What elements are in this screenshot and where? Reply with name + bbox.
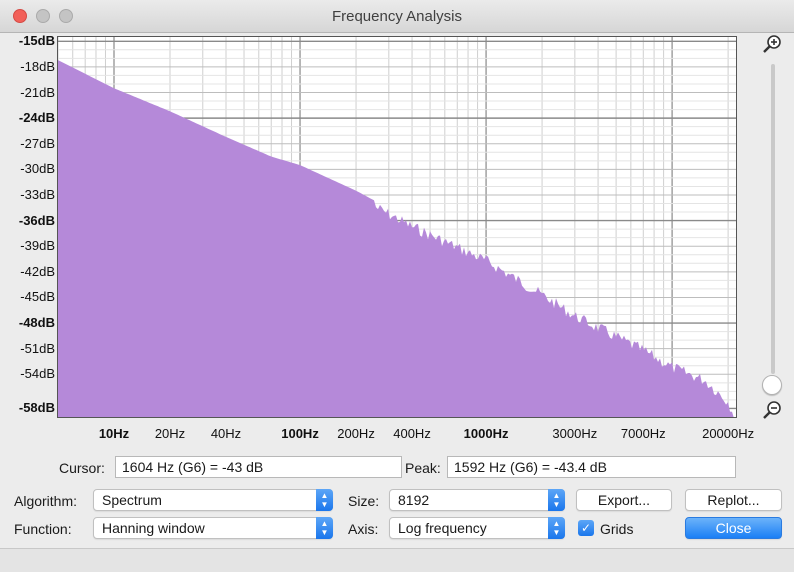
y-tick-label: -27dB bbox=[20, 135, 55, 151]
y-tick-label: -21dB bbox=[20, 84, 55, 100]
cursor-label: Cursor: bbox=[59, 460, 105, 476]
spectrum-area bbox=[58, 60, 736, 417]
y-tick-label: -51dB bbox=[20, 340, 55, 356]
status-bar bbox=[0, 548, 794, 572]
x-tick-label: 1000Hz bbox=[463, 426, 509, 441]
x-tick-label: 20Hz bbox=[154, 426, 186, 441]
axis-select[interactable]: Log frequency ▲ ▼ bbox=[389, 517, 565, 539]
algorithm-label: Algorithm: bbox=[14, 493, 78, 509]
y-tick-label: -39dB bbox=[20, 238, 55, 254]
close-button[interactable]: Close bbox=[685, 517, 782, 539]
zoom-slider-track[interactable] bbox=[771, 64, 775, 374]
y-tick-label: -58dB bbox=[18, 400, 55, 416]
peak-label: Peak: bbox=[405, 460, 441, 476]
x-tick-label: 100Hz bbox=[281, 426, 319, 441]
grids-label: Grids bbox=[600, 521, 634, 537]
spectrum-chart bbox=[58, 37, 736, 417]
x-tick-label: 3000Hz bbox=[552, 426, 598, 441]
function-select-value: Hanning window bbox=[102, 520, 205, 536]
grids-checkbox[interactable]: ✓ bbox=[578, 520, 594, 536]
cursor-readout-field: 1604 Hz (G6) = -43 dB bbox=[115, 456, 402, 478]
title-bar: Frequency Analysis bbox=[0, 0, 794, 33]
y-tick-label: -36dB bbox=[18, 212, 55, 228]
y-tick-label: -54dB bbox=[20, 366, 55, 382]
y-tick-label: -48dB bbox=[18, 315, 55, 331]
function-label: Function: bbox=[14, 521, 72, 537]
algorithm-select[interactable]: Spectrum ▲ ▼ bbox=[93, 489, 333, 511]
y-tick-label: -33dB bbox=[20, 186, 55, 202]
x-tick-label: 7000Hz bbox=[620, 426, 666, 441]
zoom-slider-handle[interactable] bbox=[762, 375, 782, 395]
size-label: Size: bbox=[348, 493, 380, 509]
export-button[interactable]: Export... bbox=[576, 489, 672, 511]
zoom-in-icon[interactable] bbox=[762, 34, 782, 54]
function-select[interactable]: Hanning window ▲ ▼ bbox=[93, 517, 333, 539]
y-tick-label: -30dB bbox=[20, 161, 55, 177]
algorithm-select-value: Spectrum bbox=[102, 492, 162, 508]
chevron-updown-icon: ▲ ▼ bbox=[316, 489, 333, 511]
x-tick-label: 200Hz bbox=[337, 426, 375, 441]
chevron-updown-icon: ▲ ▼ bbox=[548, 517, 565, 539]
y-tick-label: -18dB bbox=[20, 58, 55, 74]
y-tick-label: -42dB bbox=[20, 263, 55, 279]
replot-button[interactable]: Replot... bbox=[685, 489, 782, 511]
axis-select-value: Log frequency bbox=[398, 520, 487, 536]
x-tick-label: 10Hz bbox=[98, 426, 130, 441]
x-tick-label: 400Hz bbox=[393, 426, 431, 441]
peak-readout-field: 1592 Hz (G6) = -43.4 dB bbox=[447, 456, 736, 478]
y-tick-label: -15dB bbox=[18, 33, 55, 49]
axis-label: Axis: bbox=[348, 521, 379, 537]
x-tick-label: 40Hz bbox=[210, 426, 242, 441]
x-tick-label: 20000Hz bbox=[702, 426, 755, 441]
zoom-out-icon[interactable] bbox=[762, 400, 782, 420]
size-select[interactable]: 8192 ▲ ▼ bbox=[389, 489, 565, 511]
spectrum-plot[interactable] bbox=[57, 36, 737, 418]
size-select-value: 8192 bbox=[398, 492, 430, 508]
y-tick-label: -45dB bbox=[20, 289, 55, 305]
window-title: Frequency Analysis bbox=[331, 8, 463, 25]
chevron-updown-icon: ▲ ▼ bbox=[316, 517, 333, 539]
chevron-updown-icon: ▲ ▼ bbox=[548, 489, 565, 511]
y-tick-label: -24dB bbox=[18, 110, 55, 126]
